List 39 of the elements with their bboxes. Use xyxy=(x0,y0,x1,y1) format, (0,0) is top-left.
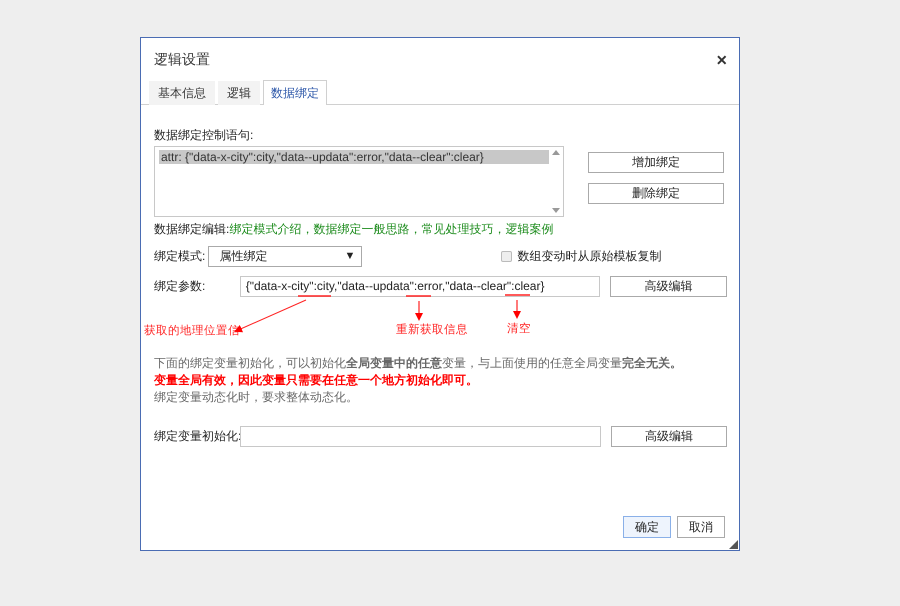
statement-list[interactable]: attr: {"data-x-city":city,"data--updata":error,"data--clear":clear} xyxy=(154,146,564,217)
note-text: 变量全局有效，因此变量只需要在任意一个地方初始化即可。 xyxy=(154,373,479,388)
checkbox-label: 数组变动时从原始模板复制 xyxy=(517,248,662,264)
note-text: 绑定变量动态化时，要求整体动态化。 xyxy=(154,390,359,405)
annotation-label: 清空 xyxy=(507,321,531,336)
annotation-label: 重新获取信息 xyxy=(396,322,468,337)
field-label: 绑定模式: xyxy=(154,248,206,264)
scroll-down-icon[interactable] xyxy=(552,208,560,213)
tab[interactable]: 数据绑定 xyxy=(263,80,327,105)
checkbox[interactable] xyxy=(501,250,512,262)
underline-mark xyxy=(505,294,530,296)
field-label: 绑定变量初始化: xyxy=(154,428,240,444)
help-link[interactable]: 常见处理技巧 xyxy=(421,222,494,236)
dialog-button[interactable]: 确定 xyxy=(623,516,671,538)
scroll-up-icon[interactable] xyxy=(552,150,560,155)
advanced-edit-button[interactable]: 高级编辑 xyxy=(610,276,727,296)
mode-dropdown[interactable]: 属性绑定 ▼ xyxy=(208,246,362,266)
note-text: 下面的绑定变量初始化，可以初始化全局变量中的任意变量，与上面使用的任意全局变量完全无关。 xyxy=(154,356,683,371)
field-label: 绑定参数: xyxy=(154,278,206,294)
help-link[interactable]: 绑定模式介绍 xyxy=(229,222,302,236)
window-title: 逻辑设置 xyxy=(154,51,210,69)
dialog-button[interactable]: 取消 xyxy=(677,516,725,538)
arrow xyxy=(513,300,521,319)
input-field[interactable] xyxy=(240,426,600,446)
action-button[interactable]: 删除绑定 xyxy=(588,183,724,204)
input-field[interactable]: {"data-x-city":city,"data--updata":error,"data--clear":clear} xyxy=(240,276,600,296)
arrow xyxy=(415,301,423,321)
help-link[interactable]: 逻辑案例 xyxy=(505,222,554,236)
close-button[interactable]: × xyxy=(716,51,727,69)
tab[interactable]: 基本信息 xyxy=(149,81,215,105)
tab[interactable]: 逻辑 xyxy=(218,81,260,105)
underline-mark xyxy=(406,295,431,297)
underline-mark xyxy=(298,295,331,297)
advanced-edit-button[interactable]: 高级编辑 xyxy=(610,426,727,446)
field-label: 数据绑定控制语句: xyxy=(154,127,254,144)
action-button[interactable]: 增加绑定 xyxy=(588,152,724,173)
help-link[interactable]: 数据绑定一般思路 xyxy=(313,222,410,236)
help-text: 数据绑定编辑:绑定模式介绍，数据绑定一般思路，常见处理技巧，逻辑案例 xyxy=(154,221,554,237)
resize-grip-icon[interactable] xyxy=(729,540,738,549)
